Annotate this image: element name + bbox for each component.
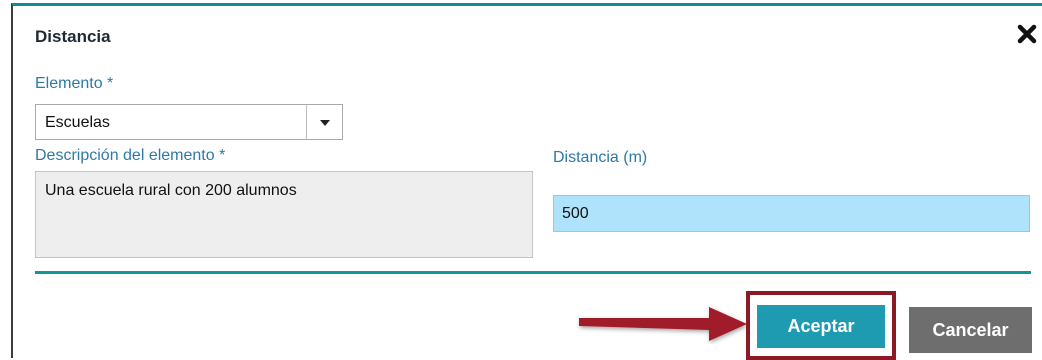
red-arrow-icon [579,307,747,341]
elemento-selected-value: Escuelas [45,114,110,131]
distance-dialog: Distancia Elemento * Escuelas Descripció… [11,3,1042,360]
distancia-input[interactable]: 500 [553,195,1030,232]
accept-button[interactable]: Aceptar [755,303,887,350]
descripcion-label: Descripción del elemento * [35,147,226,164]
elemento-label: Elemento * [35,75,114,92]
elemento-select[interactable]: Escuelas [35,104,343,140]
distancia-label: Distancia (m) [553,149,648,166]
descripcion-textarea[interactable]: Una escuela rural con 200 alumnos [35,171,533,258]
dialog-title: Distancia [35,27,111,46]
footer-divider [35,271,1031,274]
chevron-down-icon [320,120,330,126]
close-icon [1017,24,1037,44]
elemento-dropdown-button[interactable] [306,105,342,139]
cancel-button[interactable]: Cancelar [909,307,1032,353]
close-button[interactable] [1014,21,1040,47]
